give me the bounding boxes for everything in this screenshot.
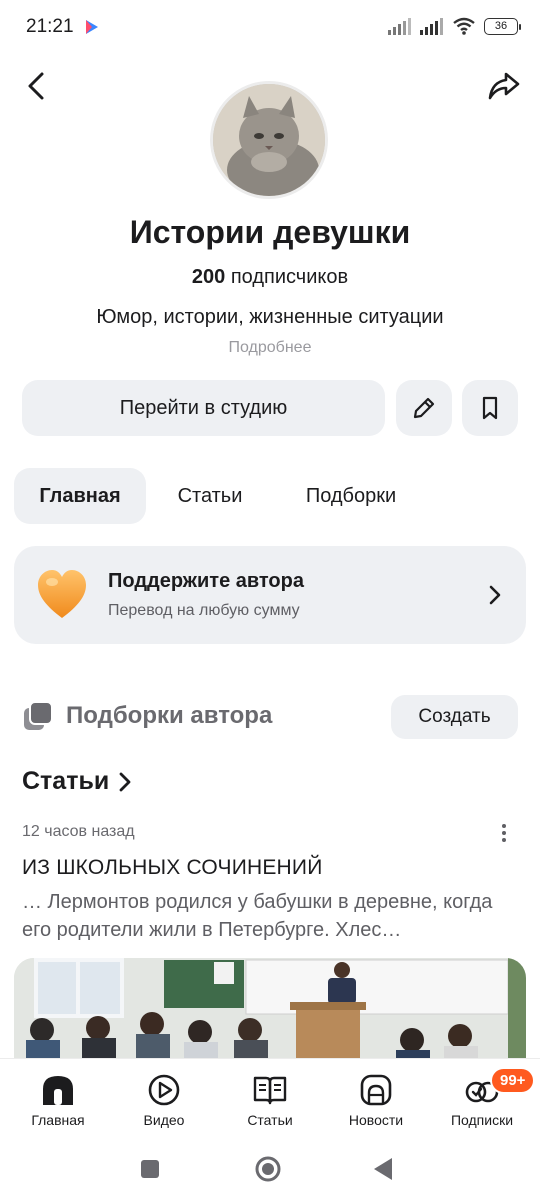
support-title: Поддержите автора — [108, 570, 304, 592]
collections-title: Подборки автора — [66, 702, 273, 729]
nav-home[interactable]: Главная — [8, 1073, 108, 1128]
nav-video-label: Видео — [143, 1112, 185, 1128]
article-title[interactable]: ИЗ ШКОЛЬНЫХ СОЧИНЕНИЙ — [22, 856, 323, 880]
nav-articles-label: Статьи — [247, 1112, 293, 1128]
nav-articles[interactable]: Статьи — [220, 1073, 320, 1128]
notification-badge: 99+ — [490, 1067, 536, 1094]
bookmark-icon — [482, 396, 498, 420]
classroom-photo — [14, 958, 526, 1058]
support-subtitle: Перевод на любую сумму — [108, 602, 300, 619]
nav-subscriptions[interactable]: Подписки 99+ — [432, 1067, 536, 1128]
subscribers-line: 200 подписчиков — [0, 266, 540, 289]
status-bar: 21:21 36 — [0, 0, 540, 56]
edit-button[interactable] — [396, 380, 452, 436]
home-icon — [43, 1076, 73, 1105]
share-arrow-icon[interactable] — [486, 68, 522, 104]
battery-level: 36 — [494, 20, 508, 32]
subscribers-count: 200 — [191, 266, 226, 288]
nav-news-label: Новости — [348, 1112, 404, 1128]
nav-news[interactable]: Новости — [326, 1073, 426, 1128]
play-store-icon — [86, 20, 98, 34]
news-icon — [360, 1074, 392, 1106]
channel-title: Истории девушки — [129, 214, 411, 250]
heart-icon — [38, 570, 86, 618]
signal-icon-2 — [420, 18, 443, 35]
cat-photo — [213, 84, 325, 196]
more-vertical-icon[interactable] — [494, 822, 514, 844]
book-icon — [253, 1076, 287, 1105]
wifi-icon — [453, 17, 475, 35]
tab-articles[interactable]: Статьи — [152, 468, 268, 524]
articles-heading[interactable]: Статьи — [22, 767, 133, 796]
channel-avatar[interactable] — [210, 81, 328, 199]
tab-collections[interactable]: Подборки — [276, 468, 426, 524]
tab-main[interactable]: Главная — [14, 468, 146, 524]
signal-icon — [388, 18, 411, 35]
back-triangle-icon[interactable] — [368, 1154, 398, 1184]
subscribers-label: подписчиков — [230, 266, 349, 288]
support-author-card[interactable]: Поддержите автора Перевод на любую сумму — [14, 546, 526, 644]
collections-icon — [24, 701, 53, 730]
channel-description: Юмор, истории, жизненные ситуации — [96, 306, 444, 328]
article-image[interactable] — [14, 958, 526, 1058]
nav-subscriptions-label: Подписки — [450, 1112, 514, 1128]
article-time: 12 часов назад — [22, 823, 135, 840]
recent-apps-icon[interactable] — [135, 1154, 165, 1184]
bookmark-button[interactable] — [462, 380, 518, 436]
bottom-navigation: Главная Видео Статьи Новости Подписки 99… — [0, 1058, 540, 1142]
chevron-left-icon[interactable] — [18, 66, 54, 106]
nav-home-label: Главная — [31, 1112, 85, 1128]
battery-indicator: 36 — [484, 17, 521, 35]
more-link[interactable]: Подробнее — [0, 339, 540, 357]
go-to-studio-button[interactable]: Перейти в студию — [22, 380, 385, 436]
system-navigation-bar — [0, 1142, 540, 1200]
chevron-right-icon — [489, 585, 501, 605]
home-circle-icon[interactable] — [253, 1154, 283, 1184]
create-collection-button[interactable]: Создать — [391, 695, 518, 739]
article-snippet[interactable]: … Лермонтов родился у бабушки в деревне,… — [22, 888, 518, 944]
status-indicators: 36 — [388, 17, 521, 35]
pencil-icon — [413, 397, 435, 419]
video-play-icon — [148, 1074, 180, 1106]
chevron-right-icon — [119, 772, 131, 791]
articles-heading-label: Статьи — [22, 767, 110, 795]
nav-video[interactable]: Видео — [114, 1073, 214, 1128]
status-time: 21:21 — [26, 16, 74, 37]
